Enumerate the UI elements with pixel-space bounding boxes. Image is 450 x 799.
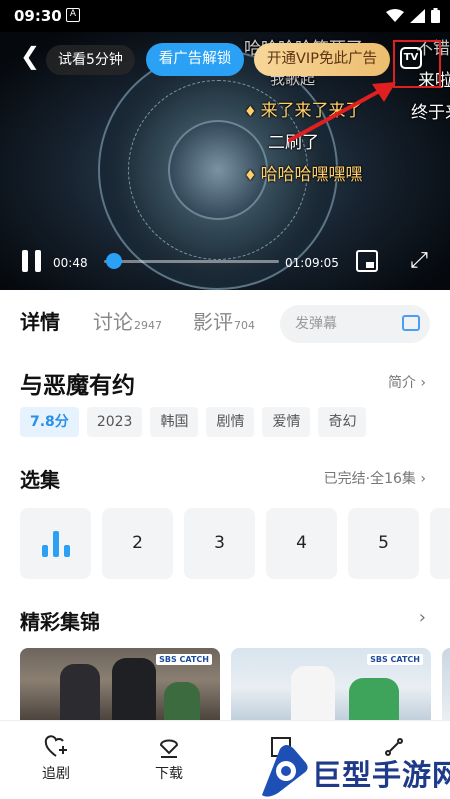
chevron-right-icon: › xyxy=(420,375,426,391)
download-icon xyxy=(159,739,179,758)
danmaku-comment-vip: 哈哈哈嘿嘿嘿 xyxy=(244,160,363,185)
watermark-text: 巨型手游网 xyxy=(312,758,450,792)
episode-item-partial[interactable] xyxy=(430,508,450,579)
genre-tag[interactable]: 剧情 xyxy=(206,407,255,437)
intro-link[interactable]: 简介 › xyxy=(388,372,426,392)
picture-in-picture-icon[interactable] xyxy=(356,250,378,272)
episodes-title: 选集 xyxy=(20,468,60,492)
tab-reviews[interactable]: 影评704 xyxy=(193,306,255,335)
tab-details[interactable]: 详情 xyxy=(20,306,60,335)
episode-item[interactable]: 5 xyxy=(348,508,419,579)
tag-list: 7.8分 2023 韩国 剧情 爱情 奇幻 xyxy=(20,407,367,437)
year-tag[interactable]: 2023 xyxy=(86,407,143,437)
highlight-thumbnail-partial[interactable] xyxy=(442,648,450,728)
show-title: 与恶魔有约 xyxy=(20,373,135,399)
episode-item[interactable]: 2 xyxy=(102,508,173,579)
highlight-thumbnail[interactable]: SBS CATCH xyxy=(20,648,220,728)
current-time: 00:48 xyxy=(53,256,88,270)
chevron-right-icon: › xyxy=(420,471,426,487)
danmaku-input[interactable]: 发弹幕 xyxy=(280,305,430,343)
detail-tabs: 详情 讨论2947 影评704 发弹幕 xyxy=(0,290,450,356)
highlight-thumbnail[interactable]: SBS CATCH xyxy=(231,648,431,728)
chevron-right-icon[interactable]: › xyxy=(419,607,426,628)
region-tag[interactable]: 韩国 xyxy=(150,407,199,437)
thumbnail-figure xyxy=(60,664,100,728)
pause-button[interactable] xyxy=(22,250,42,272)
genre-tag[interactable]: 奇幻 xyxy=(318,407,367,437)
progress-knob[interactable] xyxy=(106,253,123,269)
highlight-list: SBS CATCH SBS CATCH xyxy=(20,648,450,728)
channel-badge: SBS CATCH xyxy=(156,654,212,665)
logo-mark-icon xyxy=(262,745,308,797)
annotation-arrow-icon xyxy=(288,82,396,142)
episode-list: 2 3 4 5 xyxy=(20,508,450,579)
tab-discussion[interactable]: 讨论2947 xyxy=(93,306,162,335)
progress-track[interactable] xyxy=(104,260,279,263)
heart-plus-icon xyxy=(44,735,67,757)
thumbnail-figure xyxy=(291,666,335,728)
download-button[interactable]: 下载 xyxy=(141,735,197,783)
thumbnail-figure xyxy=(112,658,156,728)
now-playing-icon xyxy=(42,531,70,557)
highlights-title: 精彩集锦 xyxy=(20,610,100,634)
episodes-more[interactable]: 已完结·全16集 › xyxy=(324,468,426,488)
rating-tag: 7.8分 xyxy=(20,407,79,437)
episode-item[interactable]: 4 xyxy=(266,508,337,579)
episode-item-playing[interactable] xyxy=(20,508,91,579)
genre-tag[interactable]: 爱情 xyxy=(262,407,311,437)
danmaku-settings-icon[interactable] xyxy=(402,315,420,331)
follow-button[interactable]: 追剧 xyxy=(28,735,84,783)
duration-time: 01:09:05 xyxy=(285,256,339,270)
watermark-logo: 巨型手游网 xyxy=(258,743,450,799)
channel-badge: SBS CATCH xyxy=(367,654,423,665)
episode-item[interactable]: 3 xyxy=(184,508,255,579)
fullscreen-icon[interactable]: ⤢ xyxy=(407,249,431,273)
